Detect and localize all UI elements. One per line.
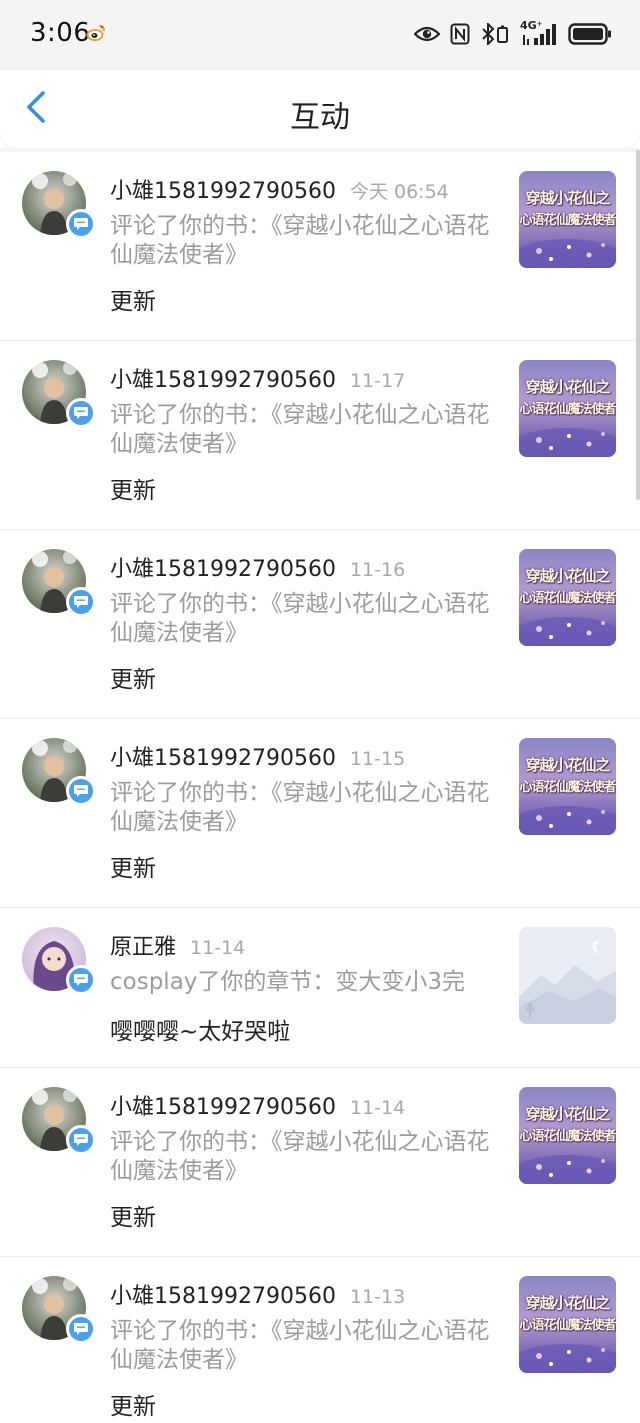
reply-text: 更新 — [110, 1394, 156, 1420]
page-title: 互动 — [290, 100, 350, 135]
cover-title-line2: 心语花仙魔法使者 — [519, 1129, 616, 1144]
activity-text: 评论了你的书：《穿越小花仙之心语花仙魔法使者》 — [110, 780, 490, 835]
reply-text: 更新 — [110, 289, 156, 315]
cover-title-line2: 心语花仙魔法使者 — [519, 780, 616, 795]
image-placeholder-thumbnail[interactable] — [519, 927, 616, 1024]
cover-title-line1: 穿越小花仙之 — [525, 567, 610, 585]
comment-bubble-icon — [66, 587, 96, 617]
timestamp: 今天 06:54 — [349, 181, 449, 203]
list-item[interactable]: 小雄1581992790560 11-14 评论了你的书：《穿越小花仙之心语花仙魔… — [0, 1068, 640, 1257]
status-time: 3:06 — [30, 18, 91, 48]
bluetooth-icon — [480, 23, 510, 45]
cover-title-line1: 穿越小花仙之 — [525, 1294, 610, 1312]
timestamp: 11-15 — [349, 748, 406, 770]
list-item[interactable]: 小雄1581992790560 11-15 评论了你的书：《穿越小花仙之心语花仙魔… — [0, 719, 640, 908]
comment-bubble-icon — [66, 209, 96, 239]
comment-bubble-icon — [66, 1314, 96, 1344]
cover-title-line2: 心语花仙魔法使者 — [519, 1318, 616, 1333]
timestamp: 11-17 — [349, 370, 406, 392]
user-name[interactable]: 小雄1581992790560 11-13 — [110, 1278, 405, 1310]
reply-text: 更新 — [110, 478, 156, 504]
timestamp: 11-14 — [190, 937, 246, 959]
reply-text: 嘤嘤嘤~太好哭啦 — [110, 1019, 291, 1045]
status-icons: 4G⁺ — [414, 19, 612, 48]
cover-title-line2: 心语花仙魔法使者 — [519, 213, 616, 228]
nav-bar: 互动 — [0, 70, 640, 148]
comment-bubble-icon — [66, 965, 96, 995]
list-item[interactable]: 原正雅 11-14 cosplay了你的章节：变大变小3完 嘤嘤嘤~太好哭啦 — [0, 908, 640, 1068]
list-item[interactable]: 小雄1581992790560 今天 06:54 评论了你的书：《穿越小花仙之心语… — [0, 152, 640, 341]
activity-text: 评论了你的书：《穿越小花仙之心语花仙魔法使者》 — [110, 1129, 490, 1184]
user-name[interactable]: 小雄1581992790560 今天 06:54 — [110, 173, 449, 205]
timestamp: 11-13 — [349, 1286, 406, 1308]
timestamp: 11-14 — [349, 1097, 406, 1119]
cover-title-line2: 心语花仙魔法使者 — [519, 591, 616, 606]
activity-text: 评论了你的书：《穿越小花仙之心语花仙魔法使者》 — [110, 591, 490, 646]
book-cover-thumbnail[interactable]: 穿越小花仙之 心语花仙魔法使者 — [519, 549, 616, 646]
weibo-icon — [86, 24, 106, 42]
scrollbar[interactable] — [636, 150, 640, 500]
cover-title-line1: 穿越小花仙之 — [525, 756, 610, 774]
user-name[interactable]: 小雄1581992790560 11-17 — [110, 362, 405, 394]
list-item[interactable]: 小雄1581992790560 11-13 评论了你的书：《穿越小花仙之心语花仙魔… — [0, 1257, 640, 1423]
user-name[interactable]: 小雄1581992790560 11-15 — [110, 740, 405, 772]
signal-icon: 4G⁺ — [520, 19, 558, 46]
reply-text: 更新 — [110, 667, 156, 693]
cover-title-line1: 穿越小花仙之 — [525, 189, 610, 207]
activity-text: cosplay了你的章节：变大变小3完 — [110, 969, 466, 995]
cover-title-line1: 穿越小花仙之 — [525, 378, 610, 396]
comment-bubble-icon — [66, 776, 96, 806]
book-cover-thumbnail[interactable]: 穿越小花仙之 心语花仙魔法使者 — [519, 360, 616, 457]
cover-title-line2: 心语花仙魔法使者 — [519, 402, 616, 417]
reply-text: 更新 — [110, 1205, 156, 1231]
book-cover-thumbnail[interactable]: 穿越小花仙之 心语花仙魔法使者 — [519, 171, 616, 268]
user-name[interactable]: 小雄1581992790560 11-14 — [110, 1089, 405, 1121]
timestamp: 11-16 — [349, 559, 406, 581]
activity-text: 评论了你的书：《穿越小花仙之心语花仙魔法使者》 — [110, 1318, 490, 1373]
activity-text: 评论了你的书：《穿越小花仙之心语花仙魔法使者》 — [110, 213, 490, 268]
book-cover-thumbnail[interactable]: 穿越小花仙之 心语花仙魔法使者 — [519, 1087, 616, 1184]
activity-text: 评论了你的书：《穿越小花仙之心语花仙魔法使者》 — [110, 402, 490, 457]
list-item[interactable]: 小雄1581992790560 11-16 评论了你的书：《穿越小花仙之心语花仙魔… — [0, 530, 640, 719]
book-cover-thumbnail[interactable]: 穿越小花仙之 心语花仙魔法使者 — [519, 1276, 616, 1373]
nfc-icon — [450, 23, 470, 45]
comment-bubble-icon — [66, 1125, 96, 1155]
user-name[interactable]: 小雄1581992790560 11-16 — [110, 551, 405, 583]
list-item[interactable]: 小雄1581992790560 11-17 评论了你的书：《穿越小花仙之心语花仙魔… — [0, 341, 640, 530]
cover-title-line1: 穿越小花仙之 — [525, 1105, 610, 1123]
book-cover-thumbnail[interactable]: 穿越小花仙之 心语花仙魔法使者 — [519, 738, 616, 835]
user-name[interactable]: 原正雅 11-14 — [110, 929, 245, 961]
status-bar: 3:06 4G⁺ — [0, 0, 640, 70]
reply-text: 更新 — [110, 856, 156, 882]
interaction-list: 小雄1581992790560 今天 06:54 评论了你的书：《穿越小花仙之心语… — [0, 152, 640, 1423]
eye-icon — [414, 25, 440, 43]
battery-icon — [568, 23, 612, 45]
comment-bubble-icon — [66, 398, 96, 428]
